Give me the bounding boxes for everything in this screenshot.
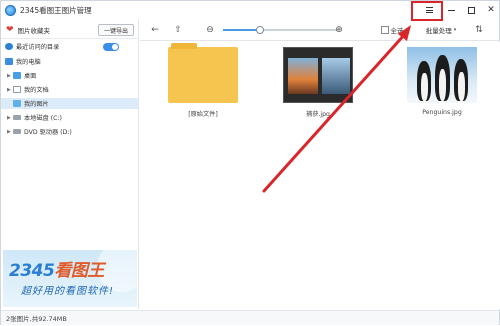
- heart-icon: ❤: [6, 24, 14, 35]
- computer-icon: [5, 58, 13, 65]
- maximize-icon: [467, 6, 475, 14]
- zoom-in-button[interactable]: ⊕: [333, 23, 345, 37]
- document-icon: [13, 86, 21, 93]
- file-name: 捕获.jpg: [306, 111, 330, 118]
- image-thumbnail: [283, 47, 353, 103]
- desktop-icon: [13, 72, 21, 79]
- minimize-icon: [447, 9, 455, 11]
- checkbox-icon: [380, 26, 389, 34]
- file-item[interactable]: Penguins.jpg: [402, 47, 482, 116]
- tree-item-documents[interactable]: ▶ 我的文档: [1, 84, 139, 95]
- dvd-icon: [13, 129, 21, 134]
- minimize-button[interactable]: [441, 2, 461, 18]
- tree-item-label: 最近访问的目录: [16, 44, 60, 51]
- banner-subtitle: 超好用的看图软件!: [21, 286, 115, 297]
- batch-process-button[interactable]: 批量处理 ▾: [420, 23, 462, 37]
- status-bar: 2张图片,共92.74MB: [1, 310, 499, 325]
- file-item[interactable]: [原始文件]: [163, 43, 243, 118]
- toolbar: ← ⇧ ⊖ ⊕ 全选 批量处理 ▾ ⇅: [140, 19, 500, 41]
- tree-item-label: 我的电脑: [16, 59, 41, 66]
- maximize-button[interactable]: [461, 2, 481, 18]
- tree-item-computer[interactable]: 我的电脑: [1, 56, 139, 67]
- recent-dirs-toggle[interactable]: [103, 43, 119, 51]
- tree-item-recent[interactable]: 最近访问的目录: [1, 41, 139, 52]
- sort-icon: ⇅: [475, 25, 483, 35]
- slider-fill: [223, 29, 260, 31]
- zoom-out-icon: ⊖: [206, 25, 214, 35]
- thumbnail-grid: [原始文件] 捕获.jpg Penguins.jpg: [140, 42, 500, 309]
- recent-icon: [5, 43, 13, 50]
- image-thumbnail: [407, 47, 477, 103]
- tree-item-desktop[interactable]: ▶ 桌面: [1, 70, 139, 81]
- slider-thumb[interactable]: [255, 26, 264, 34]
- zoom-out-button[interactable]: ⊖: [204, 23, 216, 37]
- file-name: [原始文件]: [188, 111, 218, 118]
- sort-button[interactable]: ⇅: [470, 23, 488, 37]
- promo-banner[interactable]: 2345看图王 超好用的看图软件!: [3, 250, 137, 307]
- app-window: 2345看图王图片管理 ✕ ❤ 图片收藏夹 一键导出 最近访问的目录 我的电脑 …: [0, 0, 500, 325]
- file-item[interactable]: 捕获.jpg: [278, 47, 358, 118]
- thumbnail-size-slider[interactable]: [223, 26, 338, 34]
- tree-item-label: 本地磁盘 (C:): [24, 115, 62, 122]
- up-folder-button[interactable]: ⇧: [171, 23, 185, 37]
- favorites-label: 图片收藏夹: [17, 26, 51, 35]
- app-logo-icon: [5, 4, 16, 16]
- tree-item-dvd[interactable]: ▶ DVD 驱动器 (D:): [1, 126, 139, 137]
- tree-item-pictures[interactable]: 我的图片: [1, 98, 139, 109]
- window-title: 2345看图王图片管理: [20, 5, 92, 15]
- one-click-export-button[interactable]: 一键导出: [98, 24, 134, 36]
- menu-highlight-box: [411, 1, 443, 21]
- disk-icon: [13, 115, 21, 120]
- tree-item-disk-c[interactable]: ▶ 本地磁盘 (C:): [1, 112, 139, 123]
- dropdown-icon: ▾: [453, 27, 457, 33]
- up-arrow-icon: ⇧: [174, 25, 182, 35]
- back-arrow-icon: ←: [151, 25, 159, 35]
- close-icon: ✕: [487, 5, 495, 15]
- folder-icon: [168, 43, 238, 103]
- back-button[interactable]: ←: [148, 23, 162, 37]
- tree-item-label: 桌面: [24, 73, 37, 80]
- select-all-checkbox[interactable]: 全选: [377, 23, 407, 37]
- tree-item-label: DVD 驱动器 (D:): [24, 129, 72, 136]
- sidebar: ❤ 图片收藏夹 一键导出 最近访问的目录 我的电脑 ▶ 桌面 ▶ 我的文档 我的…: [1, 19, 139, 309]
- file-name: Penguins.jpg: [422, 109, 462, 116]
- favorites-row[interactable]: ❤ 图片收藏夹 一键导出: [1, 21, 139, 39]
- zoom-in-icon: ⊕: [335, 25, 343, 35]
- status-text: 2张图片,共92.74MB: [6, 315, 67, 323]
- pictures-icon: [13, 100, 21, 107]
- tree-item-label: 我的文档: [24, 87, 49, 94]
- banner-title: 2345看图王: [9, 261, 104, 281]
- tree-item-label: 我的图片: [24, 101, 49, 108]
- close-button[interactable]: ✕: [481, 2, 500, 18]
